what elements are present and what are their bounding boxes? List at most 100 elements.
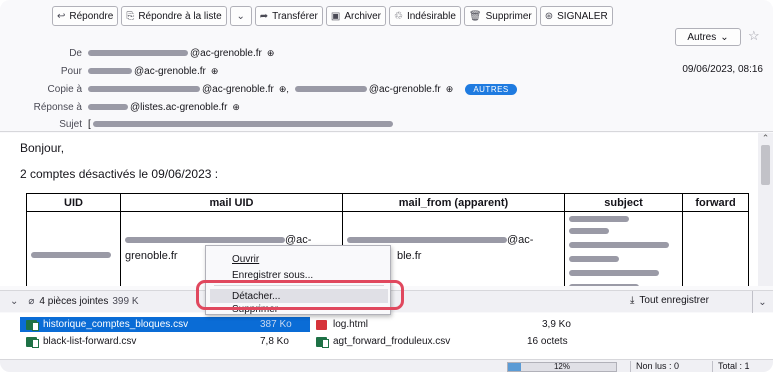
from-value[interactable]: @ac-grenoble.fr (190, 48, 262, 59)
cell-text: ble.fr (397, 250, 422, 262)
attachment-name: agt_forward_froduleux.csv (333, 336, 451, 347)
save-all-button[interactable]: ⤓ Tout enregistrer (630, 295, 709, 306)
contact-icon[interactable]: ⊕ (211, 66, 219, 77)
body-scrollbar[interactable]: ⌃ (758, 133, 773, 286)
report-icon: ⊛ (544, 10, 554, 22)
redacted-subject (569, 242, 669, 248)
from-label: De (69, 47, 82, 59)
scroll-up-icon[interactable]: ⌃ (758, 133, 773, 145)
from-row: De @ac-grenoble.fr ⊕ (0, 46, 274, 60)
status-bar: 12% Non lus : 0 Total : 1 (0, 359, 773, 372)
delete-button[interactable]: 🗑 Supprimer (463, 6, 537, 26)
redacted-subject (569, 256, 619, 262)
contact-icon[interactable]: ⊕, (279, 84, 289, 95)
subject-label: Sujet (59, 118, 82, 130)
star-icon[interactable]: ☆ (748, 28, 760, 44)
redacted-subject (569, 228, 609, 234)
table-cell (682, 211, 749, 286)
subject-row: Sujet [ (0, 117, 393, 131)
attachment-item[interactable]: historique_comptes_bloques.csv 387 Ko (20, 317, 310, 332)
redacted-subject (92, 121, 393, 127)
to-row: Pour @ac-grenoble.fr ⊕ (0, 64, 219, 78)
to-label: Pour (60, 65, 82, 77)
scroll-thumb[interactable] (761, 145, 770, 185)
contact-icon[interactable]: ⊕ (446, 84, 454, 95)
progress-text: 12% (553, 362, 570, 371)
total-count: Total : 1 (712, 361, 750, 372)
replyto-label: Réponse à (33, 101, 82, 113)
paperclip-icon: ⌀ (28, 296, 35, 307)
message-toolbar: ↩ Répondre ⎘ Répondre à la liste ⌄ ➦ Transf… (52, 6, 613, 26)
junk-button[interactable]: ♲ Indésirable (389, 6, 461, 26)
redacted-name (88, 68, 132, 74)
attachment-count: 4 pièces jointes (39, 296, 109, 307)
chevron-down-icon: ⌄ (720, 31, 729, 43)
redacted-name (88, 50, 188, 56)
highlight-ring (196, 280, 404, 310)
cell-text: @ac- (507, 234, 534, 246)
unread-count: Non lus : 0 (630, 361, 679, 372)
attachment-item[interactable]: agt_forward_froduleux.csv 16 octets (316, 334, 576, 349)
reply-list-icon: ⎘ (126, 10, 135, 22)
reply-button[interactable]: ↩ Répondre (52, 6, 119, 26)
more-button[interactable]: Autres ⌄ (675, 28, 741, 46)
forward-button[interactable]: ➦ Transférer (254, 6, 323, 26)
table-header-row: UID mail UID mail_from (apparent) subjec… (26, 193, 749, 212)
junk-icon: ♲ (394, 10, 403, 22)
save-all-dropdown[interactable]: ⌄ (752, 291, 772, 313)
table-cell (564, 211, 683, 286)
cc-value-2[interactable]: @ac-grenoble.fr (369, 84, 441, 95)
report-button[interactable]: ⊛ SIGNALER (539, 6, 613, 26)
column-header: UID (26, 193, 121, 212)
chevron-down-icon: ⌄ (236, 10, 245, 22)
reply-list-button[interactable]: ⎘ Répondre à la liste (121, 6, 227, 26)
trash-icon: 🗑 (468, 10, 482, 22)
to-value[interactable]: @ac-grenoble.fr (134, 66, 206, 77)
attachment-name: log.html (333, 319, 369, 330)
cc-row: Copie à @ac-grenoble.fr ⊕, @ac-grenoble.f… (0, 82, 517, 96)
table-cell (26, 211, 121, 286)
attachment-size: 387 Ko (260, 319, 292, 330)
redacted-subject (569, 270, 659, 276)
attachment-size: 3,9 Ko (542, 319, 571, 330)
attachment-size: 16 octets (527, 336, 568, 347)
summary-text: 2 comptes désactivés le 09/06/2023 : (20, 167, 219, 181)
replyto-value[interactable]: @listes.ac-grenoble.fr (130, 102, 227, 113)
redacted-name (294, 86, 367, 92)
spreadsheet-icon (26, 319, 39, 331)
contact-icon[interactable]: ⊕ (232, 102, 240, 113)
attachment-item[interactable]: black-list-forward.csv 7,8 Ko (26, 334, 316, 349)
contact-icon[interactable]: ⊕ (267, 48, 275, 59)
forward-icon: ➦ (259, 10, 269, 22)
redacted-subject (569, 284, 639, 286)
mail-window: ↩ Répondre ⎘ Répondre à la liste ⌄ ➦ Transf… (0, 0, 773, 372)
cc-label: Copie à (47, 83, 82, 95)
subject-value: [ (88, 118, 91, 130)
progress-bar: 12% (507, 362, 617, 372)
attachment-total-size: 399 K (112, 296, 139, 307)
attachment-item[interactable]: log.html 3,9 Ko (316, 317, 576, 332)
chevron-down-icon[interactable]: ⌄ (10, 296, 18, 307)
redacted-name (88, 86, 200, 92)
column-header: subject (564, 193, 683, 212)
redacted-subject (569, 216, 629, 222)
column-header: mail UID (120, 193, 343, 212)
archive-icon: ▣ (330, 10, 341, 22)
more-recipients-badge[interactable]: AUTRES (465, 83, 517, 95)
attachment-size: 7,8 Ko (260, 336, 289, 347)
reply-icon: ↩ (57, 10, 66, 22)
menu-item-open[interactable]: Ouvrir (210, 252, 388, 266)
redacted-name (125, 237, 285, 243)
spreadsheet-icon (316, 336, 329, 348)
reply-dropdown-button[interactable]: ⌄ (229, 6, 252, 26)
attachment-list: historique_comptes_bloques.csv 387 Ko lo… (0, 313, 773, 359)
column-header: mail_from (apparent) (342, 193, 565, 212)
download-icon: ⤓ (630, 295, 635, 306)
column-header: forward (682, 193, 749, 212)
html-file-icon (316, 319, 327, 330)
replyto-row: Réponse à @listes.ac-grenoble.fr ⊕ (0, 100, 240, 114)
cc-value-1[interactable]: @ac-grenoble.fr (202, 84, 274, 95)
archive-button[interactable]: ▣ Archiver (325, 6, 386, 26)
attachment-name: historique_comptes_bloques.csv (43, 319, 189, 330)
chevron-down-icon: ⌄ (758, 296, 767, 308)
